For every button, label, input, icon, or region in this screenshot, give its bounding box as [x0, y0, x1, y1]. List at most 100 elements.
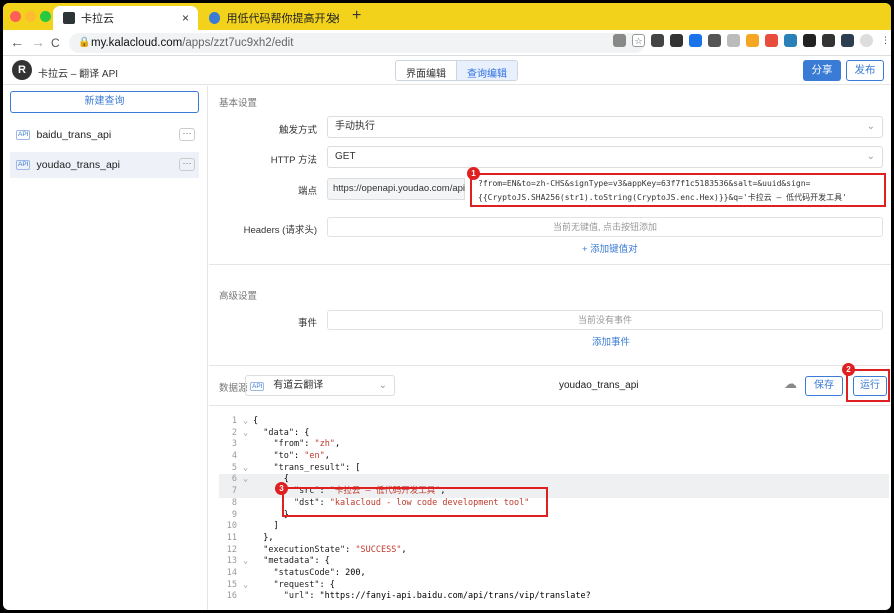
tab-kalacloud[interactable]: 卡拉云 ×	[53, 6, 198, 30]
datasource-value: 有道云翻译	[273, 380, 324, 391]
app-header: R 卡拉云 – 翻译 API 界面编辑 查询编辑 分享 发布	[3, 56, 891, 85]
events-empty: 当前没有事件	[327, 310, 883, 330]
code-line: 1 ⌄{	[219, 416, 889, 428]
code-text: "from": "zh",	[273, 439, 341, 450]
fold-toggle-icon[interactable]: ⌄	[243, 474, 253, 486]
endpoint-prefix: https://openapi.youdao.com/api	[327, 178, 465, 200]
back-icon[interactable]: ←	[10, 34, 24, 50]
line-number: 14	[226, 567, 237, 578]
extension-icon[interactable]	[727, 34, 740, 47]
code-line: 15 ⌄ "request": {	[219, 580, 889, 592]
api-icon: API	[250, 382, 265, 391]
extension-icon[interactable]	[746, 34, 759, 47]
kalacloud-favicon-icon	[63, 12, 75, 24]
puzzle-extensions-icon[interactable]	[822, 34, 835, 47]
code-text: "statusCode": 200,	[273, 567, 366, 578]
line-number: 4	[231, 451, 237, 462]
headers-empty: 当前无键值, 点击按钮添加	[327, 217, 883, 237]
profile-avatar-icon[interactable]	[860, 34, 873, 47]
line-number: 16	[226, 591, 237, 602]
share-button[interactable]: 分享	[803, 60, 841, 81]
datasource-label: 数据源	[219, 383, 248, 394]
trigger-select[interactable]: 手动执行 ⌄	[327, 116, 883, 138]
new-tab-button[interactable]: +	[352, 8, 361, 24]
line-number: 15	[226, 579, 237, 590]
close-tab-icon[interactable]: ×	[333, 11, 340, 25]
line-number: 11	[226, 532, 237, 543]
datasource-select[interactable]: API 有道云翻译 ⌄	[245, 375, 395, 396]
code-line: 10 ]	[219, 521, 889, 533]
line-number: 8	[231, 497, 237, 508]
query-editor: 基本设置 触发方式 手动执行 ⌄ HTTP 方法 GET ⌄ 端点 https:…	[209, 86, 891, 610]
fold-toggle-icon[interactable]: ⌄	[243, 428, 253, 440]
divider	[209, 264, 891, 265]
extension-icon[interactable]	[689, 34, 702, 47]
mail-extension-icon[interactable]	[708, 34, 721, 47]
basic-settings-title: 基本设置	[219, 98, 258, 109]
tab-query-edit[interactable]: 查询编辑	[456, 61, 517, 80]
code-text: "to": "en",	[273, 451, 330, 462]
line-number: 3	[231, 439, 237, 450]
fold-toggle-icon[interactable]: ⌄	[243, 463, 253, 475]
annotation-badge-3: 3	[275, 482, 288, 495]
menu-kebab-icon[interactable]: ⋮	[879, 34, 891, 47]
app-title: 卡拉云 – 翻译 API	[38, 69, 119, 80]
chevron-down-icon: ⌄	[866, 151, 875, 162]
query-item-youdao[interactable]: API youdao_trans_api ···	[10, 152, 199, 178]
extension-icon[interactable]	[651, 34, 664, 47]
code-line: 16 "url": "https://fanyi-api.baidu.com/a…	[219, 591, 889, 603]
code-line: 6 ⌄ {	[219, 474, 889, 487]
url-host: my.kalacloud.com	[91, 37, 183, 49]
url-field[interactable]: 🔒 my.kalacloud.com/apps/zzt7uc9xh2/edit	[69, 33, 645, 53]
forward-icon[interactable]: →	[31, 34, 45, 50]
new-query-button[interactable]: 新建查询	[10, 91, 199, 113]
fold-toggle-icon[interactable]: ⌄	[243, 416, 253, 428]
run-button[interactable]: 运行	[853, 376, 887, 396]
add-event-link[interactable]: 添加事件	[592, 334, 630, 348]
close-tab-icon[interactable]: ×	[182, 11, 189, 25]
code-text: "data": {	[263, 427, 310, 438]
query-sidebar: 新建查询 API baidu_trans_api ··· API youdao_…	[3, 86, 208, 610]
endpoint-line: {{CryptoJS.SHA256(str1).toString(CryptoJ…	[478, 193, 847, 202]
extension-icon[interactable]	[784, 34, 797, 47]
extension-icon[interactable]	[765, 34, 778, 47]
sidebar-panel-icon[interactable]	[841, 34, 854, 47]
extension-icon[interactable]	[670, 34, 683, 47]
line-number: 2	[231, 427, 237, 438]
tab-title: 卡拉云	[81, 13, 114, 25]
maximize-window-button[interactable]	[40, 11, 51, 22]
tab-ui-edit[interactable]: 界面编辑	[396, 61, 456, 80]
add-kv-link[interactable]: + 添加键值对	[582, 241, 638, 255]
line-number: 13	[226, 556, 237, 567]
line-number: 7	[231, 486, 237, 497]
code-text: {	[253, 416, 259, 426]
tab-article[interactable]: 用低代码帮你提高开发效率 - 卡拉云 ×	[199, 6, 349, 30]
more-options-icon[interactable]: ···	[179, 128, 195, 141]
method-label: HTTP 方法	[270, 155, 317, 166]
share-page-icon[interactable]	[613, 34, 626, 47]
query-item-baidu[interactable]: API baidu_trans_api ···	[10, 122, 199, 148]
code-line: 4 "to": "en",	[219, 451, 889, 463]
article-favicon-icon	[209, 12, 221, 24]
method-select[interactable]: GET ⌄	[327, 146, 883, 168]
tab-title: 用低代码帮你提高开发效率 - 卡拉云	[226, 13, 339, 25]
reload-icon[interactable]: C	[51, 36, 60, 50]
fold-toggle-icon[interactable]: ⌄	[243, 556, 253, 568]
query-name: youdao_trans_api	[36, 159, 120, 171]
code-text: ]	[253, 521, 279, 532]
extensions-bar: ☆ ⋮	[613, 34, 891, 47]
code-line: 12 "executionState": "SUCCESS",	[219, 545, 889, 557]
endpoint-line: ?from=EN&to=zh-CHS&signType=v3&appKey=63…	[478, 179, 811, 188]
query-name-title: youdao_trans_api	[559, 380, 639, 391]
bookmark-star-icon[interactable]: ☆	[632, 34, 645, 47]
endpoint-input[interactable]: ?from=EN&to=zh-CHS&signType=v3&appKey=63…	[470, 173, 886, 207]
extension-icon[interactable]	[803, 34, 816, 47]
publish-button[interactable]: 发布	[846, 60, 884, 81]
minimize-window-button[interactable]	[25, 11, 36, 22]
save-button[interactable]: 保存	[805, 376, 843, 396]
close-window-button[interactable]	[10, 11, 21, 22]
trigger-label: 触发方式	[278, 125, 317, 136]
code-text: "request": {	[273, 579, 335, 590]
more-options-icon[interactable]: ···	[179, 158, 195, 171]
fold-toggle-icon[interactable]: ⌄	[243, 580, 253, 592]
